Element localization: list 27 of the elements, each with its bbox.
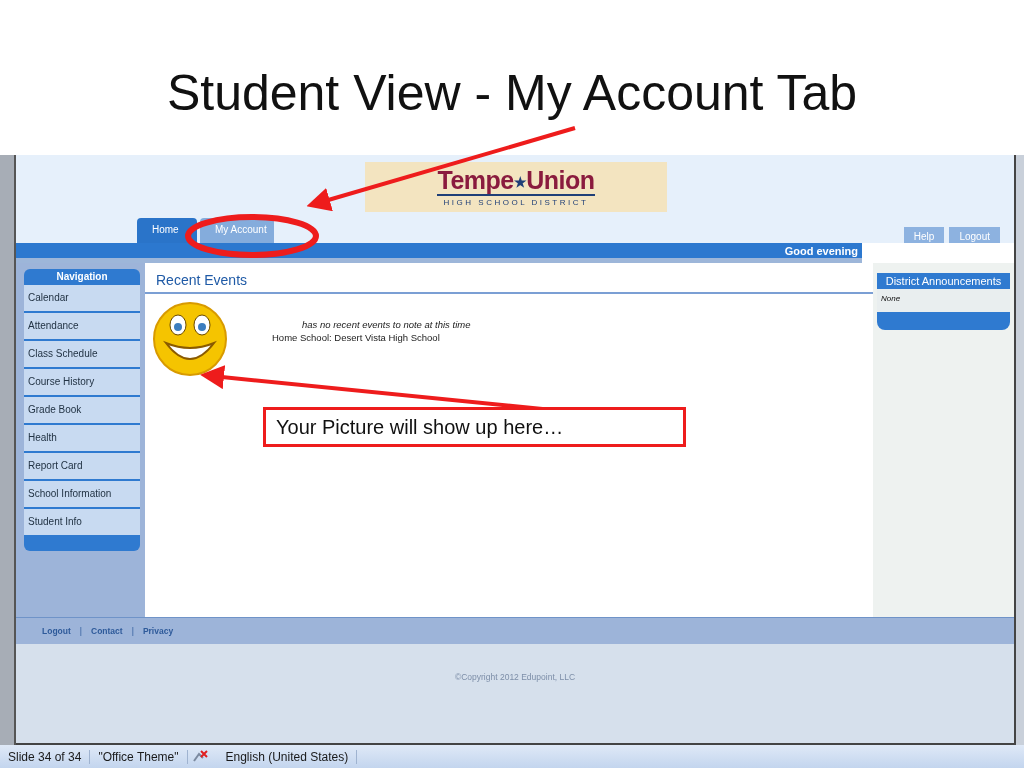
link-separator: | [131,626,134,636]
navigation-link[interactable]: Course History [24,369,140,395]
language-indicator[interactable]: English (United States) [217,749,358,764]
nav-tab[interactable]: Home [137,218,197,243]
announcements-text: None [877,289,1010,312]
callout-box: Your Picture will show up here… [263,407,686,447]
navigation-link[interactable]: Student Info [24,509,140,535]
navigation-link[interactable]: School Information [24,481,140,507]
link-separator: | [79,626,82,636]
navigation-link[interactable]: Health [24,425,140,451]
navigation-link[interactable]: Grade Book [24,397,140,423]
logo-tagline: HIGH SCHOOL DISTRICT [443,197,589,207]
navigation-link[interactable]: Attendance [24,313,140,339]
navigation-link[interactable]: Report Card [24,453,140,479]
home-school-text: Home School: Desert Vista High School [272,332,441,343]
navigation-title: Navigation [55,270,109,283]
announcements-title: District Announcements [884,274,1003,289]
navigation-link[interactable]: Calendar [24,285,140,311]
navigation-link[interactable]: Class Schedule [24,341,140,367]
slide-counter: Slide 34 of 34 [0,749,91,764]
events-message: has no recent events to note at this time [302,319,472,330]
logo-wordmark: Tempe★Union [437,167,595,196]
copyright-text: ©Copyright 2012 Edupoint, LLC [454,672,576,684]
slide-title: Student View - My Account Tab [166,68,858,123]
theme-name: "Office Theme" [90,749,188,764]
section-title: Recent Events [145,263,873,294]
greeting-text: Good evening [784,244,858,257]
